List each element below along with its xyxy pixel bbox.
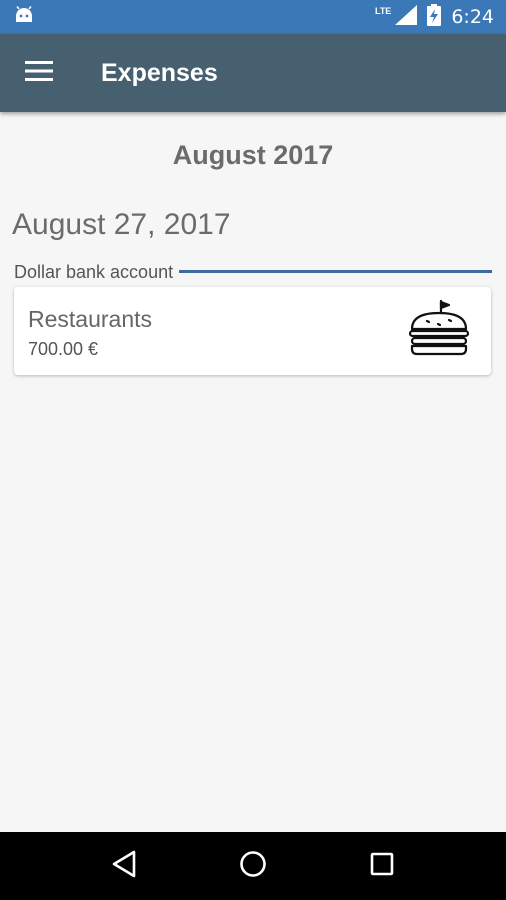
hamburger-menu-icon <box>25 60 53 86</box>
recents-icon <box>369 851 395 882</box>
expense-amount: 700.00 € <box>28 339 99 359</box>
date-header: August 27, 2017 <box>12 208 231 241</box>
network-type: LTE <box>374 6 392 16</box>
navigation-bar <box>0 832 506 900</box>
expense-card[interactable]: Restaurants 700.00 € <box>14 287 491 375</box>
recents-button[interactable] <box>352 836 412 896</box>
lte-signal-icon <box>395 4 418 30</box>
home-icon <box>239 850 267 883</box>
menu-button[interactable] <box>0 34 78 112</box>
battery-charging-icon <box>427 3 442 31</box>
burger-icon <box>407 299 471 368</box>
status-icons: LTE 6:24 <box>374 3 494 31</box>
app-bar: Expenses <box>0 34 506 112</box>
back-icon <box>111 850 137 883</box>
status-time: 6:24 <box>451 6 494 28</box>
android-icon <box>14 5 34 29</box>
home-button[interactable] <box>223 836 283 896</box>
account-label: Dollar bank account <box>14 262 174 282</box>
app-title: Expenses <box>101 58 218 87</box>
back-button[interactable] <box>94 836 154 896</box>
account-row: Dollar bank account <box>14 262 492 283</box>
status-bar: LTE 6:24 <box>0 0 506 34</box>
expense-category: Restaurants <box>28 306 153 332</box>
account-divider <box>179 270 492 273</box>
month-header: August 2017 <box>172 140 334 170</box>
